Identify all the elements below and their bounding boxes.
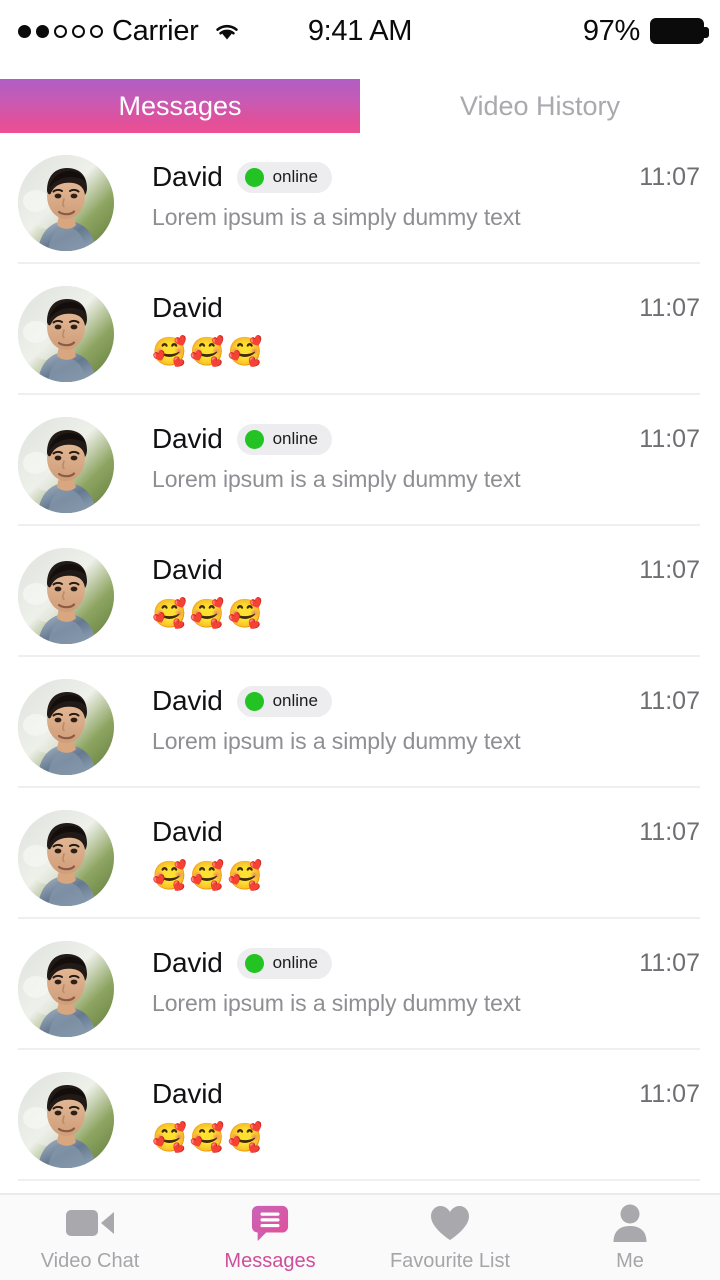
nav-item-messages[interactable]: Messages xyxy=(180,1195,360,1280)
nav-label-me: Me xyxy=(616,1250,644,1272)
message-row[interactable]: David 🥰🥰🥰 11:07 xyxy=(0,526,720,657)
battery-percent-label: 97% xyxy=(582,14,640,47)
message-timestamp: 11:07 xyxy=(639,163,700,191)
message-row-header: David online xyxy=(152,417,610,461)
message-emoji: 🥰🥰🥰 xyxy=(152,1122,266,1153)
nav-item-video-chat[interactable]: Video Chat xyxy=(0,1195,180,1280)
message-row-header: David xyxy=(152,286,610,330)
avatar[interactable] xyxy=(18,679,114,775)
message-row[interactable]: David online Lorem ipsum is a simply dum… xyxy=(0,657,720,788)
status-badge-label: online xyxy=(272,429,318,448)
status-badge-label: online xyxy=(272,691,318,710)
contact-name: David xyxy=(152,816,223,847)
message-row-header: David online xyxy=(152,941,610,985)
message-timestamp: 11:07 xyxy=(639,949,700,977)
contact-name: David xyxy=(152,685,223,716)
message-emoji: 🥰🥰🥰 xyxy=(152,598,266,629)
online-dot-icon xyxy=(244,691,264,711)
nav-label-favourite-list: Favourite List xyxy=(389,1250,511,1272)
status-badge: online xyxy=(236,161,332,193)
avatar[interactable] xyxy=(18,417,114,513)
message-row[interactable]: David 🥰🥰🥰 11:07 xyxy=(0,788,720,919)
message-emoji: 🥰🥰🥰 xyxy=(152,336,266,367)
message-timestamp: 11:07 xyxy=(639,818,700,846)
message-timestamp: 11:07 xyxy=(639,556,700,584)
message-row-header: David online xyxy=(152,155,610,199)
message-row-body: David online Lorem ipsum is a simply dum… xyxy=(152,941,610,1037)
contact-name: David xyxy=(152,1078,223,1109)
contact-name: David xyxy=(152,947,223,978)
message-row-body: David online Lorem ipsum is a simply dum… xyxy=(152,417,610,513)
contact-name: David xyxy=(152,554,223,585)
status-badge: online xyxy=(236,423,332,455)
avatar[interactable] xyxy=(18,548,114,644)
app-screen: Carrier 9:41 AM 97% Messages Video Histo… xyxy=(0,0,720,1280)
contact-name: David xyxy=(152,161,223,192)
status-bar: Carrier 9:41 AM 97% xyxy=(0,0,720,62)
message-timestamp: 11:07 xyxy=(639,1080,700,1108)
message-row-header: David xyxy=(152,548,610,592)
message-emoji: 🥰🥰🥰 xyxy=(152,860,266,891)
nav-item-favourite-list[interactable]: Favourite List xyxy=(360,1195,540,1280)
heart-icon xyxy=(429,1202,471,1244)
message-preview: Lorem ipsum is a simply dummy text xyxy=(152,466,521,492)
message-row[interactable]: David 🥰🥰🥰 11:07 xyxy=(0,264,720,395)
online-dot-icon xyxy=(244,953,264,973)
message-timestamp: 11:07 xyxy=(639,687,700,715)
status-badge: online xyxy=(236,947,332,979)
nav-label-messages: Messages xyxy=(224,1250,316,1272)
tab-messages[interactable]: Messages xyxy=(0,79,360,133)
message-row-body: David 🥰🥰🥰 xyxy=(152,286,610,382)
online-dot-icon xyxy=(244,429,264,449)
tab-video-history[interactable]: Video History xyxy=(360,79,720,133)
person-icon xyxy=(611,1202,649,1244)
contact-name: David xyxy=(152,423,223,454)
avatar[interactable] xyxy=(18,286,114,382)
status-badge-label: online xyxy=(272,953,318,972)
message-row-header: David xyxy=(152,810,610,854)
status-badge: online xyxy=(236,685,332,717)
message-preview: Lorem ipsum is a simply dummy text xyxy=(152,204,521,230)
message-row-body: David 🥰🥰🥰 xyxy=(152,548,610,644)
message-row-body: David 🥰🥰🥰 xyxy=(152,810,610,906)
battery-full-icon xyxy=(650,18,709,44)
top-tab-bar: Messages Video History xyxy=(0,79,720,133)
nav-label-video-chat: Video Chat xyxy=(40,1250,140,1272)
avatar[interactable] xyxy=(18,1072,114,1168)
status-bar-right: 97% xyxy=(582,14,709,48)
avatar[interactable] xyxy=(18,941,114,1037)
message-row-body: David online Lorem ipsum is a simply dum… xyxy=(152,155,610,251)
message-list[interactable]: David online Lorem ipsum is a simply dum… xyxy=(0,133,720,1193)
avatar[interactable] xyxy=(18,155,114,251)
message-timestamp: 11:07 xyxy=(639,425,700,453)
message-timestamp: 11:07 xyxy=(639,294,700,322)
message-row-body: David online Lorem ipsum is a simply dum… xyxy=(152,679,610,775)
message-row-header: David xyxy=(152,1072,610,1116)
avatar[interactable] xyxy=(18,810,114,906)
message-row[interactable]: David online Lorem ipsum is a simply dum… xyxy=(0,919,720,1050)
message-preview: Lorem ipsum is a simply dummy text xyxy=(152,728,521,754)
chat-bubble-icon xyxy=(249,1202,291,1244)
bottom-navigation-bar: Video Chat Messages Favourite List Me xyxy=(0,1193,720,1280)
message-row[interactable]: David online Lorem ipsum is a simply dum… xyxy=(0,133,720,264)
contact-name: David xyxy=(152,292,223,323)
message-preview: Lorem ipsum is a simply dummy text xyxy=(152,990,521,1016)
message-row[interactable]: David 🥰🥰🥰 11:07 xyxy=(0,1050,720,1181)
message-row-body: David 🥰🥰🥰 xyxy=(152,1072,610,1168)
status-badge-label: online xyxy=(272,167,318,186)
online-dot-icon xyxy=(244,167,264,187)
nav-item-me[interactable]: Me xyxy=(540,1195,720,1280)
message-row[interactable]: David online Lorem ipsum is a simply dum… xyxy=(0,395,720,526)
message-row-header: David online xyxy=(152,679,610,723)
video-camera-icon xyxy=(64,1202,116,1244)
